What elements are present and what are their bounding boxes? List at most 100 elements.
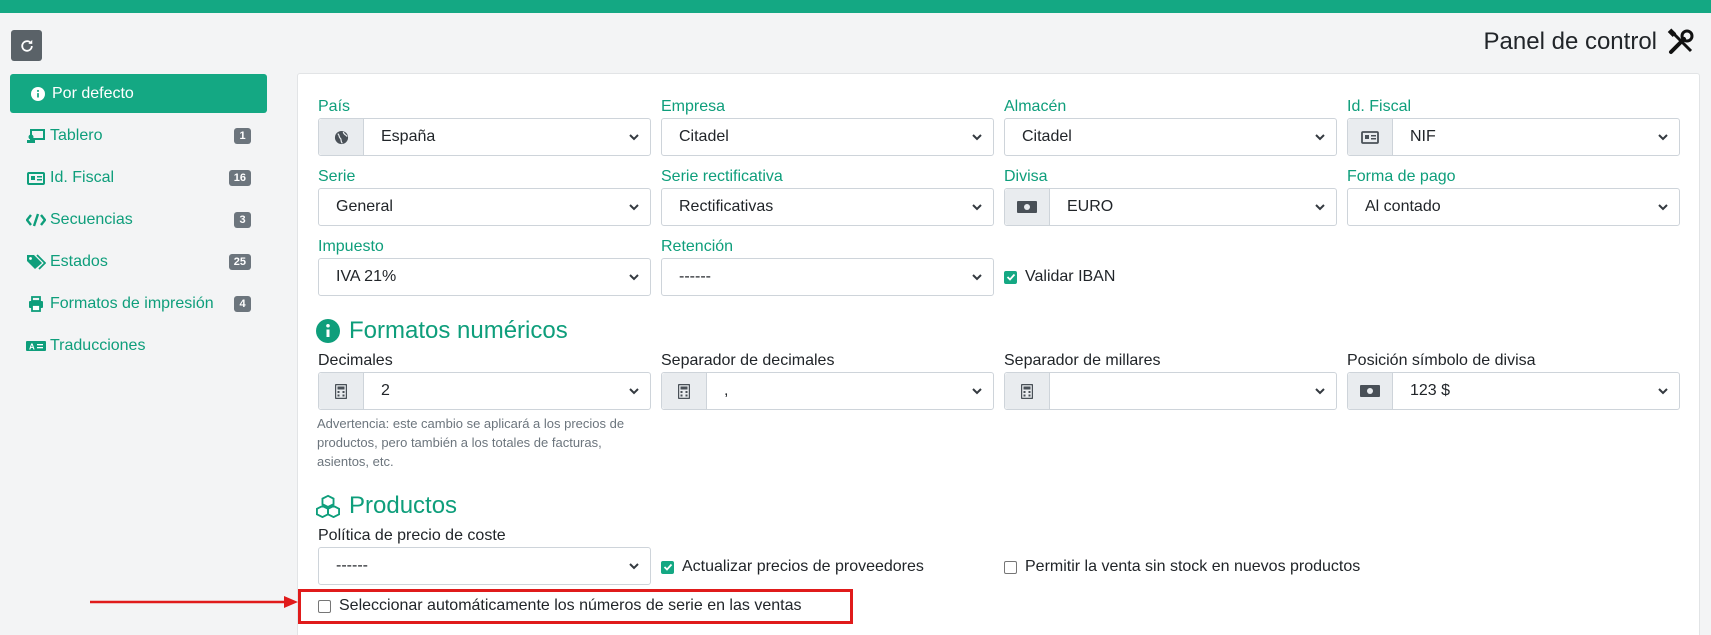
count-badge: 4: [234, 296, 251, 312]
field-label: Separador de millares: [1004, 352, 1161, 369]
retencion-select[interactable]: ------: [661, 258, 994, 296]
top-accent-bar: [0, 0, 1711, 13]
chevron-down-icon: [628, 201, 640, 213]
page-title-text: Panel de control: [1483, 28, 1657, 55]
select-value: España: [381, 128, 436, 145]
desktop-user-icon: [26, 129, 46, 143]
field-label: País: [318, 98, 351, 115]
validar-iban-checkbox[interactable]: Validar IBAN: [1004, 268, 1115, 286]
almacen-select[interactable]: Citadel: [1004, 118, 1337, 156]
decimales-select[interactable]: 2: [318, 372, 651, 410]
field-label: Serie: [318, 168, 356, 185]
serie-rectificativa-select[interactable]: Rectificativas: [661, 188, 994, 226]
checkbox-checked-icon: [661, 560, 674, 574]
checkbox-checked-icon: [1004, 270, 1017, 284]
chevron-down-icon: [971, 385, 983, 397]
count-badge: 25: [228, 254, 251, 270]
select-value: EURO: [1067, 198, 1114, 215]
field-label: Forma de pago: [1347, 168, 1456, 185]
chevron-down-icon: [1314, 201, 1326, 213]
separador-millares-select[interactable]: [1004, 372, 1337, 410]
serie-select[interactable]: General: [318, 188, 651, 226]
pais-select[interactable]: España: [318, 118, 651, 156]
refresh-icon: [20, 39, 33, 52]
money-bill-icon: [1005, 189, 1050, 225]
field-label: Empresa: [661, 98, 726, 115]
cubes-icon: [316, 494, 340, 518]
select-value: Al contado: [1365, 198, 1441, 215]
field-politica-precio: Política de precio de coste ------: [318, 525, 651, 585]
section-title-productos: Productos: [316, 492, 457, 520]
field-label: Política de precio de coste: [318, 527, 506, 544]
chevron-down-icon: [628, 271, 640, 283]
settings-panel: País España Empresa Citadel Almacén Cita…: [297, 73, 1700, 635]
posicion-divisa-select[interactable]: 123 $: [1347, 372, 1680, 410]
actualizar-precios-checkbox[interactable]: Actualizar precios de proveedores: [661, 558, 924, 576]
page-title: Panel de control: [1484, 28, 1695, 56]
empresa-select[interactable]: Citadel: [661, 118, 994, 156]
field-almacen: Almacén Citadel: [1004, 96, 1337, 156]
field-divisa: Divisa EURO: [1004, 166, 1337, 226]
sidebar-item-estados[interactable]: Estados 25: [10, 241, 267, 283]
chevron-down-icon: [628, 560, 640, 572]
sidebar-item-tablero[interactable]: Tablero 1: [10, 115, 267, 157]
select-value: Citadel: [1022, 128, 1072, 145]
select-value: Citadel: [679, 128, 729, 145]
chevron-down-icon: [1314, 131, 1326, 143]
field-label: Posición símbolo de divisa: [1347, 352, 1536, 369]
sidebar: Por defecto Tablero 1 Id. Fiscal 16 Secu…: [10, 74, 267, 367]
sidebar-item-label: Formatos de impresión: [50, 295, 214, 312]
checkbox-unchecked-icon: [1004, 560, 1017, 574]
section-title-text: Formatos numéricos: [349, 317, 568, 344]
count-badge: 1: [234, 128, 251, 144]
language-icon: A: [26, 340, 46, 352]
tags-icon: [26, 254, 46, 270]
field-label: Decimales: [318, 352, 393, 369]
chevron-down-icon: [1657, 131, 1669, 143]
field-label: Retención: [661, 238, 734, 255]
field-separador-decimales: Separador de decimales ,: [661, 350, 994, 410]
refresh-button[interactable]: [11, 30, 42, 61]
field-decimales: Decimales 2: [318, 350, 651, 410]
select-value: ------: [336, 557, 368, 574]
divisa-select[interactable]: EURO: [1004, 188, 1337, 226]
field-label: Id. Fiscal: [1347, 98, 1412, 115]
sidebar-item-label: Tablero: [50, 127, 103, 144]
count-badge: 3: [234, 212, 251, 228]
chevron-down-icon: [628, 385, 640, 397]
checkbox-label: Permitir la venta sin stock en nuevos pr…: [1025, 558, 1361, 575]
sidebar-item-id-fiscal[interactable]: Id. Fiscal 16: [10, 157, 267, 199]
calculator-icon: [1005, 373, 1050, 409]
annotation-arrow-icon: [90, 596, 298, 608]
field-label: Divisa: [1004, 168, 1048, 185]
sidebar-item-por-defecto[interactable]: Por defecto: [10, 74, 267, 113]
impuesto-select[interactable]: IVA 21%: [318, 258, 651, 296]
sidebar-item-formatos-impresion[interactable]: Formatos de impresión 4: [10, 283, 267, 325]
chevron-down-icon: [1657, 201, 1669, 213]
section-title-formatos: Formatos numéricos: [316, 317, 568, 345]
chevron-down-icon: [1657, 385, 1669, 397]
sidebar-item-secuencias[interactable]: Secuencias 3: [10, 199, 267, 241]
id-card-icon: [26, 171, 46, 185]
field-retencion: Retención ------: [661, 236, 994, 296]
chevron-down-icon: [971, 131, 983, 143]
info-circle-icon: [28, 86, 48, 101]
sidebar-item-label: Secuencias: [50, 211, 133, 228]
field-serie: Serie General: [318, 166, 651, 226]
field-pais: País España: [318, 96, 651, 156]
id-fiscal-select[interactable]: NIF: [1347, 118, 1680, 156]
decimales-warning-text: Advertencia: este cambio se aplicará a l…: [317, 416, 625, 469]
svg-text:A: A: [29, 343, 35, 352]
checkbox-label: Actualizar precios de proveedores: [682, 558, 924, 575]
sidebar-item-traducciones[interactable]: A Traducciones: [10, 325, 267, 367]
field-label: Separador de decimales: [661, 352, 835, 369]
separador-decimales-select[interactable]: ,: [661, 372, 994, 410]
field-empresa: Empresa Citadel: [661, 96, 994, 156]
field-id-fiscal: Id. Fiscal NIF: [1347, 96, 1680, 156]
chevron-down-icon: [971, 271, 983, 283]
permitir-venta-sin-stock-checkbox[interactable]: Permitir la venta sin stock en nuevos pr…: [1004, 558, 1360, 576]
politica-precio-select[interactable]: ------: [318, 547, 651, 585]
chevron-down-icon: [1314, 385, 1326, 397]
select-value: IVA 21%: [336, 268, 397, 285]
forma-pago-select[interactable]: Al contado: [1347, 188, 1680, 226]
